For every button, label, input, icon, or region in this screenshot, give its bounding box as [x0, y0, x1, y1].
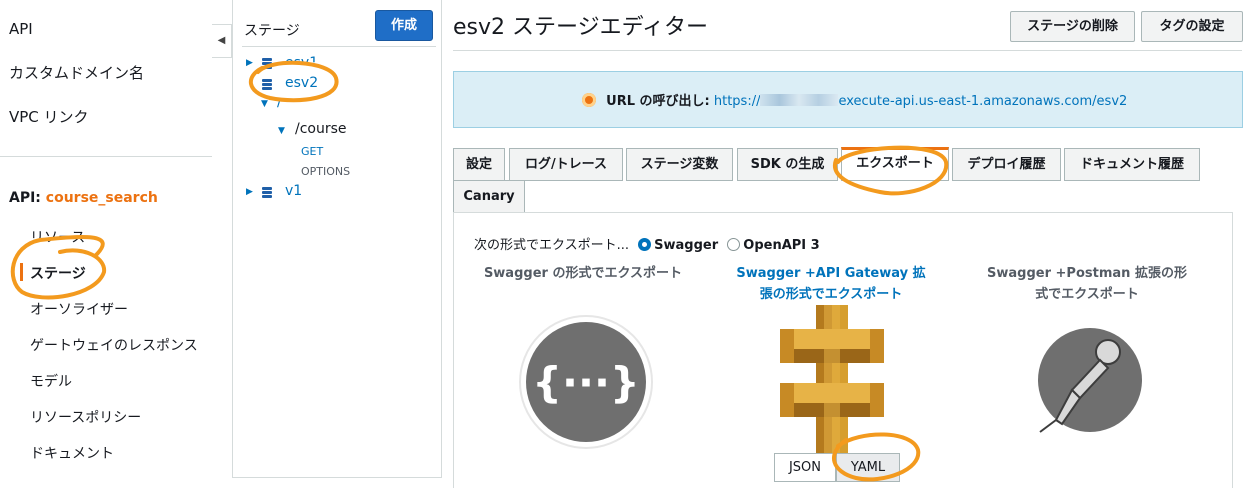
tab-stage-variables[interactable]: ステージ変数 [626, 148, 733, 181]
nav-item-models[interactable]: モデル [30, 371, 72, 391]
tab-deployment-history[interactable]: デプロイ履歴 [952, 148, 1061, 181]
left-navigation: API カスタムドメイン名 VPC リンク API: course_search… [0, 0, 212, 488]
nav-divider [0, 156, 212, 157]
nav-item-stages[interactable]: ステージ [30, 263, 86, 283]
tab-canary[interactable]: Canary [453, 180, 525, 213]
collapse-caret-icon[interactable]: ▼ [261, 99, 268, 109]
api-gateway-icon[interactable] [776, 305, 888, 455]
stage-icon [261, 187, 273, 199]
nav-link-apis[interactable]: API [9, 20, 33, 38]
swagger-icon[interactable]: {···} [516, 312, 656, 452]
method-options[interactable]: OPTIONS [301, 165, 350, 178]
stage-item-v1[interactable]: v1 [285, 183, 302, 199]
api-name[interactable]: course_search [46, 190, 158, 206]
stage-icon [261, 58, 273, 70]
radio-swagger-label[interactable]: Swagger [654, 238, 718, 253]
collapse-nav-button[interactable]: ◀ [212, 24, 232, 58]
nav-link-vpc-links[interactable]: VPC リンク [9, 106, 89, 127]
page-title: esv2 ステージエディター [453, 15, 709, 40]
invoke-url-prefix: https:// [713, 94, 761, 109]
info-dot-icon [582, 93, 596, 107]
postman-icon[interactable] [1036, 324, 1146, 434]
resource-root[interactable]: / [277, 100, 282, 110]
nav-item-resource-policy[interactable]: リソースポリシー [30, 407, 141, 427]
create-stage-button[interactable]: 作成 [375, 10, 433, 41]
redacted-blur [760, 94, 839, 106]
export-json-button[interactable]: JSON [774, 453, 836, 482]
export-postman-link[interactable]: Swagger +Postman 拡張の形式でエクスポート [987, 263, 1187, 305]
stage-item-esv2[interactable]: esv2 [285, 75, 318, 91]
invoke-url-label: URL の呼び出し: [606, 94, 710, 109]
stage-editor: esv2 ステージエディター ステージの削除 タグの設定 URL の呼び出し: … [442, 0, 1243, 488]
radio-openapi3[interactable] [727, 238, 741, 251]
tab-documentation-history[interactable]: ドキュメント履歴 [1064, 148, 1200, 181]
radio-openapi3-label[interactable]: OpenAPI 3 [743, 238, 819, 253]
chevron-left-icon: ◀ [217, 35, 226, 46]
export-yaml-button[interactable]: YAML [836, 453, 900, 482]
stage-panel-title: ステージ [244, 23, 300, 39]
tab-export[interactable]: エクスポート [841, 147, 949, 181]
stage-icon [261, 79, 273, 91]
tab-sdk-generation[interactable]: SDK の生成 [737, 148, 838, 181]
stage-item-esv1[interactable]: esv1 [285, 55, 318, 62]
method-get[interactable]: GET [301, 145, 323, 158]
delete-stage-button[interactable]: ステージの削除 [1010, 11, 1135, 42]
api-prefix: API: [9, 190, 41, 206]
invoke-url-row: URL の呼び出し: https:// execute-api.us-east-1… [582, 90, 1127, 109]
nav-link-custom-domains[interactable]: カスタムドメイン名 [9, 62, 144, 83]
export-swagger-link[interactable]: Swagger の形式でエクスポート [483, 263, 683, 284]
export-apigateway-link[interactable]: Swagger +API Gateway 拡張の形式でエクスポート [731, 263, 931, 305]
title-divider [453, 50, 1242, 51]
tab-logs-tracing[interactable]: ログ/トレース [509, 148, 623, 181]
active-indicator [20, 263, 23, 281]
export-format-prompt: 次の形式でエクスポート... [474, 238, 630, 253]
stage-tree-panel: ステージ 作成 ▶ esv1 esv2 ▼ / ▼ /course GET OP… [232, 0, 442, 478]
nav-item-authorizers[interactable]: オーソライザー [30, 299, 128, 319]
nav-item-resources[interactable]: リソース [30, 227, 85, 247]
swagger-glyph: {···} [532, 358, 640, 407]
tag-settings-button[interactable]: タグの設定 [1141, 11, 1243, 42]
nav-item-gateway-responses[interactable]: ゲートウェイのレスポンス [30, 335, 198, 355]
resource-course[interactable]: /course [295, 121, 347, 137]
collapse-caret-icon[interactable]: ▼ [278, 126, 285, 136]
invoke-url-link[interactable]: https:// execute-api.us-east-1.amazonaws.… [714, 94, 1127, 109]
invoke-url-box: URL の呼び出し: https:// execute-api.us-east-1… [453, 71, 1243, 128]
stage-title-divider [242, 46, 436, 47]
export-format-row: 次の形式でエクスポート... Swagger OpenAPI 3 [474, 234, 820, 253]
nav-item-documentation[interactable]: ドキュメント [30, 443, 114, 463]
api-header: API: course_search [9, 190, 158, 206]
radio-swagger[interactable] [638, 238, 652, 251]
expand-caret-icon[interactable]: ▶ [246, 187, 253, 197]
expand-caret-icon[interactable]: ▶ [246, 58, 253, 68]
tab-settings[interactable]: 設定 [453, 148, 505, 181]
invoke-url-suffix: execute-api.us-east-1.amazonaws.com/esv2 [838, 94, 1128, 109]
